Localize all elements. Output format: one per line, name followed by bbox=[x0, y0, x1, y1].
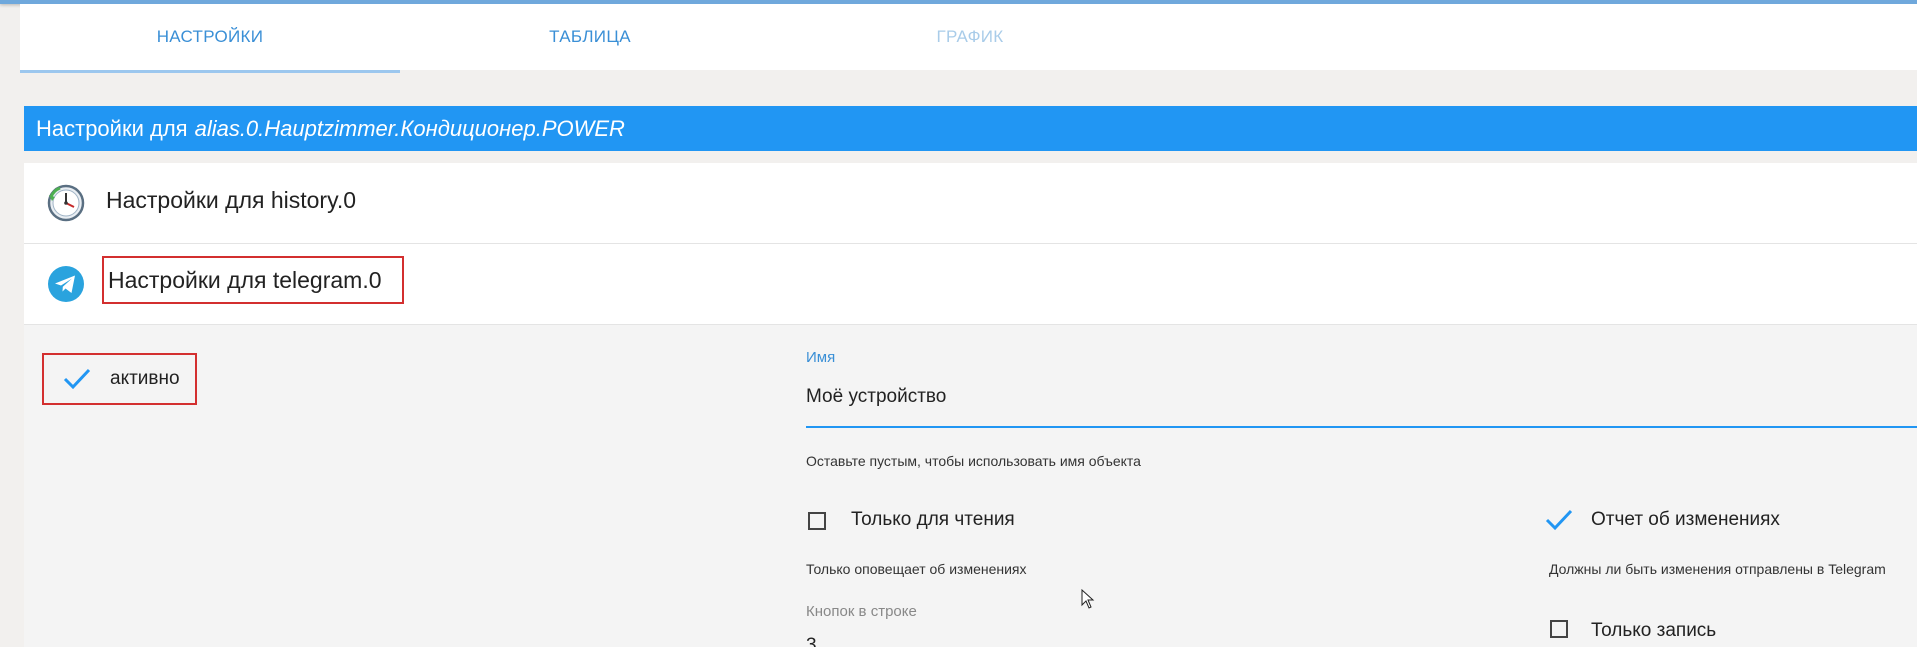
tab-table[interactable]: ТАБЛИЦА bbox=[400, 4, 780, 70]
buttons-per-row-label: Кнопок в строке bbox=[806, 603, 917, 620]
title-object-id: alias.0.Hauptzimmer.Кондиционер.POWER bbox=[194, 115, 625, 141]
readonly-label: Только для чтения bbox=[851, 509, 1015, 530]
history-clock-icon bbox=[47, 184, 85, 222]
report-changes-label: Отчет об изменениях bbox=[1591, 509, 1780, 530]
enabled-label: активно bbox=[110, 368, 180, 389]
mouse-pointer-icon bbox=[1081, 589, 1095, 609]
name-field-label: Имя bbox=[806, 349, 836, 366]
name-input[interactable]: Моё устройство bbox=[806, 386, 946, 408]
readonly-helper-text: Только оповещает об изменениях bbox=[806, 561, 1027, 577]
title-prefix: Настройки для bbox=[36, 115, 188, 141]
telegram-settings-body bbox=[24, 325, 1917, 647]
report-changes-checkmark-icon[interactable] bbox=[1544, 507, 1574, 533]
settings-title-bar: Настройки для alias.0.Hauptzimmer.Кондиц… bbox=[24, 106, 1917, 151]
telegram-icon bbox=[48, 266, 84, 302]
buttons-per-row-input[interactable]: 3 bbox=[806, 635, 817, 647]
settings-panel: Настройки для history.0 Настройки для te… bbox=[24, 163, 1917, 647]
tab-settings[interactable]: НАСТРОЙКИ bbox=[20, 4, 400, 70]
accordion-telegram-label: Настройки для telegram.0 bbox=[102, 256, 404, 304]
active-tab-indicator bbox=[20, 70, 400, 73]
tab-chart[interactable]: ГРАФИК bbox=[780, 4, 1160, 70]
accordion-history-label: Настройки для history.0 bbox=[106, 187, 357, 213]
name-helper-text: Оставьте пустым, чтобы использовать имя … bbox=[806, 453, 1141, 469]
name-input-underline bbox=[806, 426, 1917, 428]
checkmark-icon bbox=[63, 368, 91, 390]
write-only-checkbox[interactable] bbox=[1550, 620, 1568, 638]
readonly-checkbox[interactable] bbox=[808, 512, 826, 530]
accordion-telegram[interactable]: Настройки для telegram.0 bbox=[24, 244, 1917, 325]
write-only-label: Только запись bbox=[1591, 620, 1717, 641]
tab-bar: НАСТРОЙКИ ТАБЛИЦА ГРАФИК bbox=[20, 4, 1917, 73]
report-changes-helper-text: Должны ли быть изменения отправлены в Te… bbox=[1549, 561, 1886, 577]
accordion-history[interactable]: Настройки для history.0 bbox=[24, 163, 1917, 244]
enabled-checkbox[interactable]: активно bbox=[42, 353, 197, 405]
